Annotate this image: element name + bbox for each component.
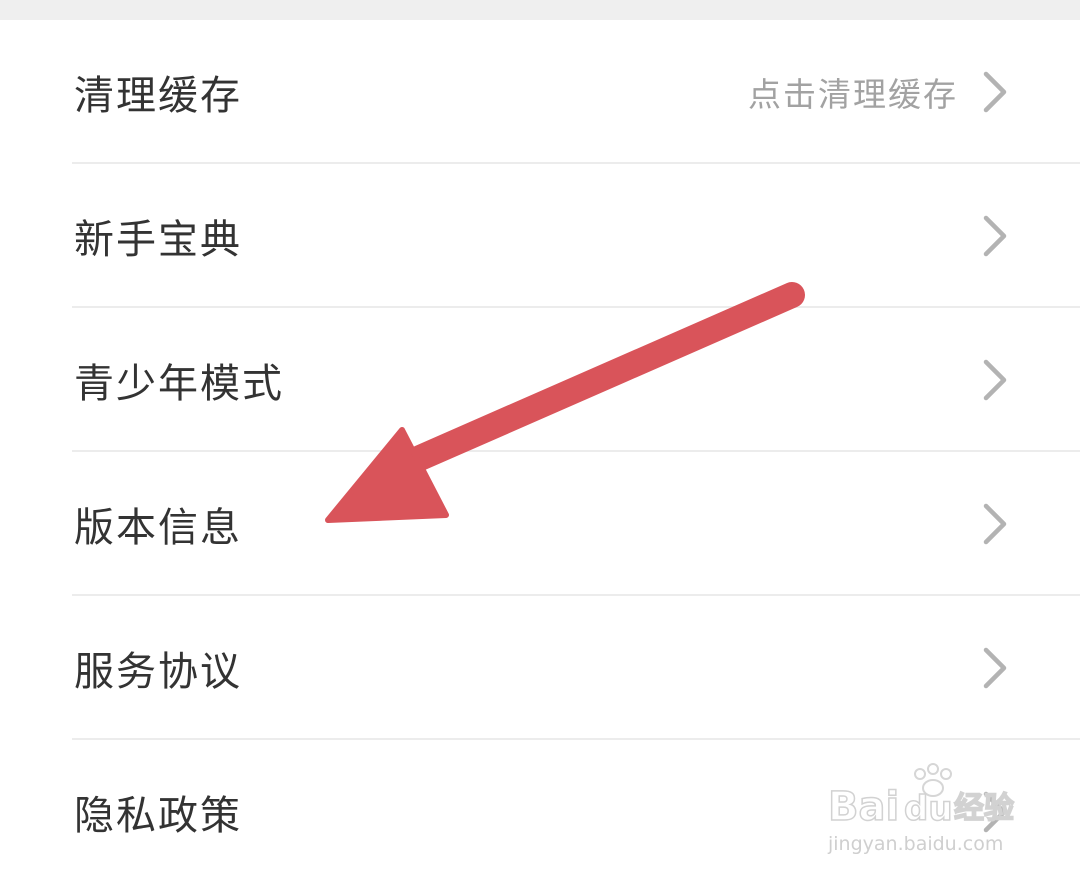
settings-item-label: 服务协议 <box>74 649 242 695</box>
settings-item-teen-mode[interactable]: 青少年模式 <box>0 308 1080 452</box>
top-strip <box>0 0 1080 20</box>
chevron-right-icon <box>983 647 1007 689</box>
chevron-right-icon <box>983 359 1007 401</box>
chevron-right-icon <box>983 791 1007 833</box>
chevron-right-icon <box>983 215 1007 257</box>
settings-item-label: 隐私政策 <box>74 793 242 839</box>
settings-item-label: 清理缓存 <box>74 73 242 119</box>
settings-screen: 清理缓存 点击清理缓存 新手宝典 青少年模式 版本信息 服务协议 隐私政策 Ba… <box>0 0 1080 876</box>
settings-item-label: 版本信息 <box>74 505 242 551</box>
settings-list: 清理缓存 点击清理缓存 新手宝典 青少年模式 版本信息 服务协议 隐私政策 <box>0 20 1080 876</box>
settings-item-beginner-guide[interactable]: 新手宝典 <box>0 164 1080 308</box>
chevron-right-icon <box>983 71 1007 113</box>
settings-item-label: 新手宝典 <box>74 217 242 263</box>
settings-item-version-info[interactable]: 版本信息 <box>0 452 1080 596</box>
settings-item-clear-cache[interactable]: 清理缓存 点击清理缓存 <box>0 20 1080 164</box>
settings-item-service-agreement[interactable]: 服务协议 <box>0 596 1080 740</box>
chevron-right-icon <box>983 503 1007 545</box>
settings-item-hint: 点击清理缓存 <box>748 75 958 114</box>
settings-item-privacy-policy[interactable]: 隐私政策 <box>0 740 1080 876</box>
settings-item-label: 青少年模式 <box>74 361 284 407</box>
